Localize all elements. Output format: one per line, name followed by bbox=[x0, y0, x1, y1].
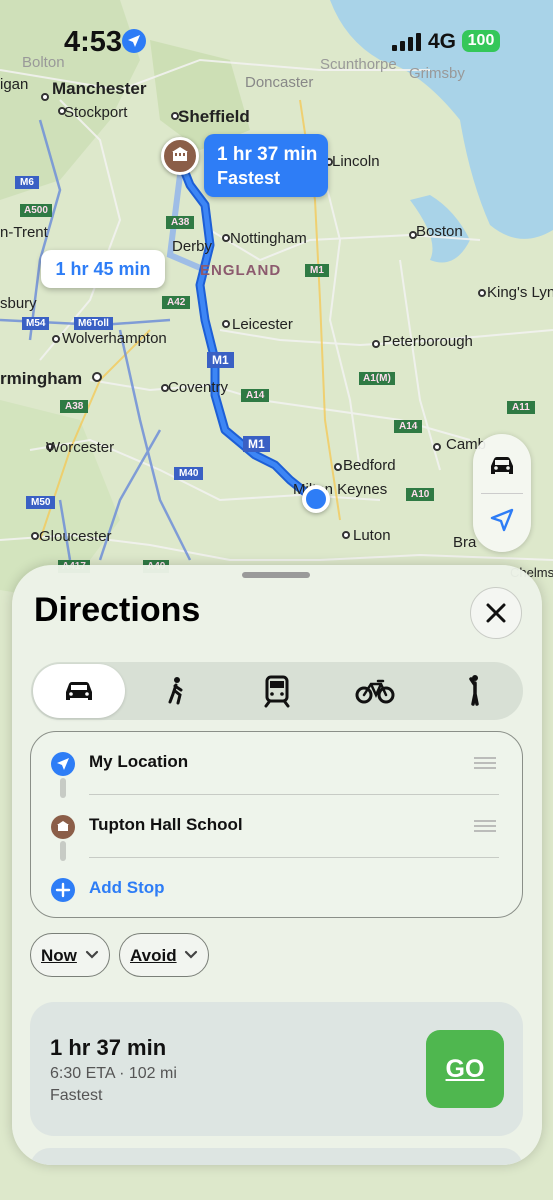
location-arrow-icon bbox=[51, 752, 75, 776]
road-sign: A1(M) bbox=[359, 372, 395, 385]
directions-sheet: Directions My Location Tupton Hall Schoo… bbox=[12, 565, 542, 1165]
network-type: 4G bbox=[428, 30, 457, 53]
stop-destination[interactable]: Tupton Hall School bbox=[31, 795, 524, 858]
sheet-grabber[interactable] bbox=[242, 572, 310, 578]
place-label: Luton bbox=[353, 527, 391, 544]
stop-origin[interactable]: My Location bbox=[31, 732, 524, 795]
road-sign: M40 bbox=[174, 467, 204, 480]
road-sign: M50 bbox=[26, 496, 56, 509]
signal-icon bbox=[392, 33, 421, 51]
route-eta: 6:30 ETA · 102 mi bbox=[50, 1065, 177, 1082]
drag-handle-icon[interactable] bbox=[474, 820, 496, 832]
route-option[interactable]: 1 hr 37 min 6:30 ETA · 102 mi Fastest GO bbox=[30, 1002, 523, 1136]
place-label: Leicester bbox=[232, 316, 293, 333]
road-sign: M1 bbox=[305, 264, 329, 277]
route-option[interactable] bbox=[30, 1148, 523, 1165]
plus-icon bbox=[51, 878, 75, 902]
walk-icon bbox=[168, 677, 183, 705]
place-label: Peterborough bbox=[382, 333, 473, 350]
road-sign: A14 bbox=[394, 420, 423, 433]
road-sign: A14 bbox=[241, 389, 270, 402]
car-icon bbox=[66, 682, 92, 700]
place-label: Derby bbox=[172, 238, 213, 255]
road-sign: A38 bbox=[60, 400, 89, 413]
add-stop-label: Add Stop bbox=[89, 878, 165, 897]
mode-ride[interactable] bbox=[429, 664, 521, 718]
road-sign: A500 bbox=[20, 204, 52, 217]
go-label: GO bbox=[445, 1055, 485, 1083]
mode-walk[interactable] bbox=[130, 664, 222, 718]
current-location-dot bbox=[302, 485, 330, 513]
route-tag: Fastest bbox=[50, 1087, 103, 1104]
add-stop-button[interactable]: Add Stop bbox=[31, 858, 524, 920]
chip-label: Avoid bbox=[130, 946, 177, 965]
location-arrow-icon[interactable] bbox=[489, 507, 515, 533]
place-label: Bra bbox=[453, 534, 477, 551]
go-button[interactable]: GO bbox=[426, 1030, 504, 1108]
route-tag: Fastest bbox=[217, 168, 281, 188]
chevron-down-icon bbox=[85, 950, 99, 959]
status-bar: 4:53 4G 100 bbox=[0, 0, 553, 80]
place-label: Bedford bbox=[343, 457, 396, 474]
train-icon bbox=[264, 675, 290, 708]
road-sign: M1 bbox=[207, 352, 234, 368]
route-duration: 1 hr 37 min bbox=[50, 1035, 167, 1060]
route-stops: My Location Tupton Hall School Add Stop bbox=[30, 731, 523, 918]
place-label: Sheffield bbox=[178, 107, 250, 126]
road-sign: M1 bbox=[243, 436, 270, 452]
drag-handle-icon[interactable] bbox=[474, 757, 496, 769]
school-icon bbox=[172, 147, 188, 161]
road-sign: A10 bbox=[406, 488, 435, 501]
road-sign: M6Toll bbox=[74, 317, 113, 330]
route-duration: 1 hr 37 min bbox=[217, 144, 318, 165]
place-label: Worcester bbox=[46, 439, 115, 456]
place-label: Gloucester bbox=[39, 528, 112, 545]
car-icon[interactable] bbox=[486, 450, 518, 482]
map-controls bbox=[473, 434, 531, 552]
place-label: Wolverhampton bbox=[62, 330, 167, 347]
road-sign: A38 bbox=[166, 216, 195, 229]
chip-label: Now bbox=[41, 946, 77, 965]
place-label: rmingham bbox=[0, 369, 83, 388]
place-label: Lincoln bbox=[332, 153, 380, 170]
person-icon bbox=[469, 675, 479, 706]
mode-transit[interactable] bbox=[231, 664, 323, 718]
sheet-title: Directions bbox=[34, 591, 201, 629]
destination-pin[interactable] bbox=[161, 137, 199, 175]
divider bbox=[481, 493, 523, 494]
battery-icon: 100 bbox=[462, 30, 500, 52]
close-icon bbox=[486, 603, 506, 623]
place-label: Stockport bbox=[64, 104, 128, 121]
place-label: n-Trent bbox=[0, 224, 48, 241]
place-label: King's Lyn bbox=[487, 284, 553, 301]
place-label: Manchester bbox=[52, 79, 147, 98]
road-sign: M6 bbox=[15, 176, 39, 189]
mode-cycle[interactable] bbox=[329, 664, 421, 718]
place-label: sbury bbox=[0, 295, 37, 312]
place-label: Nottingham bbox=[230, 230, 307, 247]
route-callout-primary[interactable]: 1 hr 37 min Fastest bbox=[204, 134, 328, 197]
stop-label: Tupton Hall School bbox=[89, 815, 243, 834]
bicycle-icon bbox=[355, 679, 395, 704]
road-sign: M54 bbox=[22, 317, 50, 330]
depart-time-button[interactable]: Now bbox=[30, 933, 110, 977]
avoid-button[interactable]: Avoid bbox=[119, 933, 209, 977]
school-icon bbox=[51, 815, 75, 839]
country-label: ENGLAND bbox=[200, 262, 282, 279]
status-time: 4:53 bbox=[64, 26, 123, 58]
transport-mode-selector bbox=[31, 662, 523, 720]
close-button[interactable] bbox=[470, 587, 522, 639]
chevron-down-icon bbox=[184, 950, 198, 959]
road-sign: A42 bbox=[162, 296, 191, 309]
place-label: Boston bbox=[416, 223, 463, 240]
place-label: Coventry bbox=[168, 379, 229, 396]
route-callout-alt[interactable]: 1 hr 45 min bbox=[41, 250, 165, 288]
mode-drive[interactable] bbox=[33, 664, 125, 718]
road-sign: A11 bbox=[507, 401, 535, 414]
location-services-icon bbox=[122, 29, 146, 53]
stop-label: My Location bbox=[89, 752, 189, 771]
